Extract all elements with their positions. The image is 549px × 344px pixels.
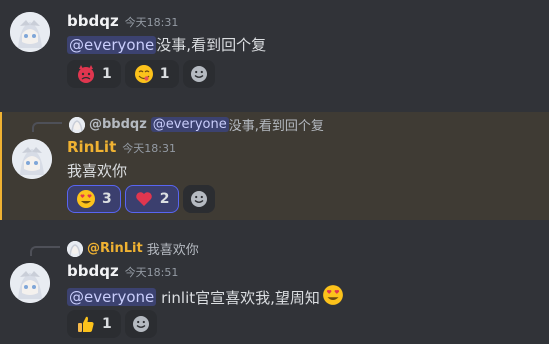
chat-log: bbdqz 今天18:31 @everyone 没事,看到回个复 1 1 @bb… (0, 0, 549, 344)
message-2-highlighted[interactable]: @bbdqz @everyone 没事,看到回个复 RinLit 今天18:31 我… (0, 112, 549, 220)
yum-face-emoji-icon (134, 65, 153, 83)
reactions-bar: 3 2 (67, 185, 215, 213)
message-content: @everyone rinlit官宣喜欢我,望周知 (67, 284, 344, 310)
add-emoji-icon (132, 316, 149, 332)
reaction-count: 1 (102, 66, 112, 82)
reaction-count: 1 (102, 316, 112, 332)
angry-devil-emoji-icon (78, 65, 94, 83)
reply-mention: @everyone (150, 117, 229, 132)
add-emoji-icon (190, 66, 207, 82)
heart-eyes-emoji (322, 284, 344, 310)
username[interactable]: RinLit 今天18:31 (67, 138, 176, 156)
reaction-heart-eyes[interactable]: 3 (67, 185, 121, 213)
reply-avatar (67, 240, 83, 257)
message-text: 我喜欢你 (67, 162, 128, 180)
add-reaction-button[interactable] (182, 60, 215, 88)
mention-everyone[interactable]: @everyone (67, 288, 157, 306)
anime-avatar-icon (10, 12, 50, 52)
reaction-count: 3 (102, 191, 112, 207)
username[interactable]: bbdqz 今天18:31 (67, 12, 178, 30)
reply-reference[interactable]: @RinLit 我喜欢你 (67, 239, 199, 258)
username[interactable]: bbdqz 今天18:51 (67, 262, 178, 280)
reactions-bar: 1 (67, 310, 157, 338)
reply-text: 没事,看到回个复 (228, 119, 324, 134)
add-reaction-button[interactable] (182, 185, 215, 213)
red-heart-emoji-icon (135, 192, 152, 206)
thumbs-up-emoji-icon (78, 316, 94, 332)
add-reaction-button[interactable] (124, 310, 157, 338)
timestamp: 今天18:31 (122, 142, 176, 155)
message-text: 没事,看到回个复 (156, 36, 267, 54)
anime-avatar-icon (69, 116, 85, 133)
username-text[interactable]: bbdqz (67, 262, 119, 280)
anime-avatar-icon (67, 240, 83, 257)
reply-text: 我喜欢你 (146, 243, 199, 258)
heart-eyes-emoji-icon (323, 285, 343, 305)
reaction-count: 1 (159, 66, 170, 82)
reply-connector (30, 246, 60, 256)
message-3[interactable]: @RinLit 我喜欢你 bbdqz 今天18:51 @everyone rinl… (0, 232, 549, 344)
add-emoji-icon (190, 191, 207, 207)
message-content: @everyone 没事,看到回个复 (67, 34, 266, 55)
mention-everyone[interactable]: @everyone (67, 35, 157, 54)
anime-avatar-icon (10, 263, 50, 303)
anime-avatar-icon (12, 139, 52, 179)
reply-reference[interactable]: @bbdqz @everyone 没事,看到回个复 (69, 115, 324, 134)
reply-username[interactable]: @bbdqz (89, 117, 147, 132)
reaction-thumbs-up[interactable]: 1 (67, 310, 121, 338)
reaction-red-heart[interactable]: 2 (124, 185, 179, 213)
message-text: rinlit官宣喜欢我,望周知 (156, 288, 320, 307)
reply-connector (32, 122, 62, 132)
avatar[interactable] (10, 12, 50, 52)
reaction-angry-devil[interactable]: 1 (67, 60, 121, 88)
timestamp: 今天18:31 (124, 16, 179, 29)
reaction-yum-face[interactable]: 1 (124, 60, 179, 88)
avatar[interactable] (10, 263, 50, 303)
message-1[interactable]: bbdqz 今天18:31 @everyone 没事,看到回个复 1 1 (0, 0, 549, 100)
reply-username[interactable]: @RinLit (87, 241, 143, 256)
avatar[interactable] (12, 139, 52, 179)
reply-avatar (69, 116, 85, 133)
reaction-count: 2 (159, 191, 170, 207)
username-text[interactable]: RinLit (67, 138, 116, 156)
message-content: 我喜欢你 (67, 160, 127, 181)
heart-eyes-emoji-icon (77, 190, 95, 208)
username-text[interactable]: bbdqz (67, 12, 119, 30)
timestamp: 今天18:51 (124, 266, 179, 279)
reactions-bar: 1 1 (67, 60, 215, 88)
